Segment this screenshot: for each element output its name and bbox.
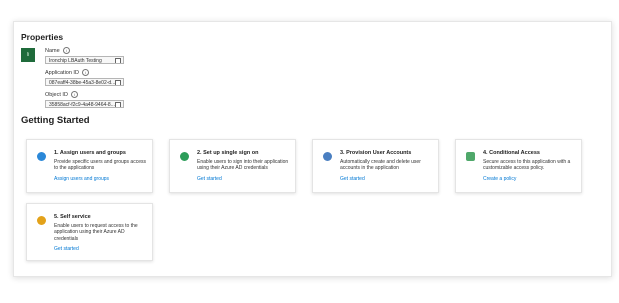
card-single-sign-on[interactable]: 2. Set up single sign on Enable users to… bbox=[169, 139, 296, 193]
card-title: 3. Provision User Accounts bbox=[340, 150, 412, 156]
card-assign-users[interactable]: 1. Assign users and groups Provide speci… bbox=[26, 139, 153, 193]
card-conditional-access[interactable]: 4. Conditional Access Secure access to t… bbox=[455, 139, 582, 193]
create-policy-link[interactable]: Create a policy bbox=[483, 176, 516, 182]
card-description: Enable users to request access to the ap… bbox=[54, 223, 138, 242]
object-id-label: Object ID i bbox=[45, 91, 78, 98]
card-provision-accounts[interactable]: 3. Provision User Accounts Automatically… bbox=[312, 139, 439, 193]
application-id-label-text: Application ID bbox=[45, 69, 79, 76]
info-icon[interactable]: i bbox=[81, 69, 89, 76]
name-label: Name i bbox=[45, 47, 70, 54]
application-id-label: Application ID i bbox=[45, 69, 89, 76]
copy-icon[interactable] bbox=[115, 58, 121, 63]
application-id-value: 087eaff4-38be-45a3-8e02-d... bbox=[49, 80, 116, 86]
card-title: 4. Conditional Access bbox=[483, 150, 540, 156]
object-id-value: 35858acf-f2c9-4a48-9464-8... bbox=[49, 102, 115, 108]
card-self-service[interactable]: 5. Self service Enable users to request … bbox=[26, 203, 153, 261]
copy-icon[interactable] bbox=[115, 80, 121, 85]
app-logo-icon: li bbox=[21, 48, 35, 62]
assign-users-link[interactable]: Assign users and groups bbox=[54, 176, 109, 182]
provisioning-icon bbox=[323, 152, 332, 161]
sso-icon bbox=[180, 152, 189, 161]
card-title: 2. Set up single sign on bbox=[197, 150, 259, 156]
info-icon[interactable]: i bbox=[62, 47, 70, 54]
conditional-access-icon bbox=[466, 152, 475, 161]
copy-icon[interactable] bbox=[115, 102, 121, 107]
get-started-link[interactable]: Get started bbox=[197, 176, 222, 182]
card-title: 1. Assign users and groups bbox=[54, 150, 126, 156]
card-description: Secure access to this application with a… bbox=[483, 159, 571, 172]
object-id-label-text: Object ID bbox=[45, 91, 68, 98]
app-overview-panel: Properties li Name i Ironchip LBAuth Tes… bbox=[13, 21, 612, 277]
card-description: Enable users to sign into their applicat… bbox=[197, 159, 289, 172]
name-label-text: Name bbox=[45, 47, 60, 54]
card-description: Provide specific users and groups access… bbox=[54, 159, 146, 172]
application-id-field[interactable]: 087eaff4-38be-45a3-8e02-d... bbox=[45, 78, 124, 86]
get-started-link[interactable]: Get started bbox=[340, 176, 365, 182]
object-id-field[interactable]: 35858acf-f2c9-4a48-9464-8... bbox=[45, 100, 124, 108]
properties-heading: Properties bbox=[21, 32, 64, 42]
get-started-link[interactable]: Get started bbox=[54, 246, 79, 252]
name-field[interactable]: Ironchip LBAuth Testing bbox=[45, 56, 124, 64]
card-title: 5. Self service bbox=[54, 214, 91, 220]
users-icon bbox=[37, 152, 46, 161]
card-description: Automatically create and delete user acc… bbox=[340, 159, 421, 172]
self-service-icon bbox=[37, 216, 46, 225]
name-value: Ironchip LBAuth Testing bbox=[49, 58, 102, 64]
info-icon[interactable]: i bbox=[70, 91, 78, 98]
getting-started-heading: Getting Started bbox=[21, 115, 90, 126]
